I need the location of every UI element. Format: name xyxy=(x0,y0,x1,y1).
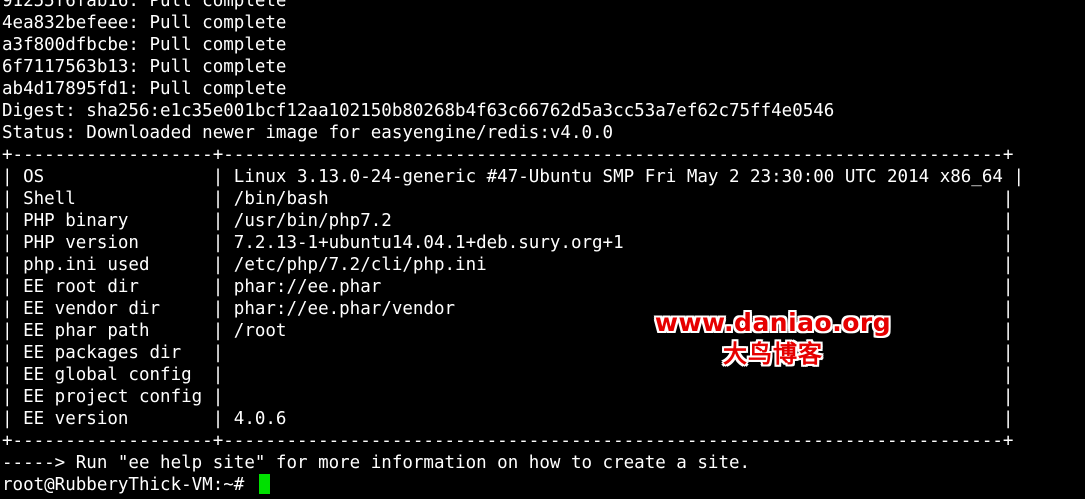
table-row-php-ini: | php.ini used | /etc/php/7.2/cli/php.in… xyxy=(2,255,1014,275)
table-row-ee-global-config: | EE global config | | xyxy=(2,365,1014,385)
pull-line: 6f7117563b13: Pull complete xyxy=(2,57,287,77)
table-border-bottom: +-------------------+-------------------… xyxy=(2,431,1014,451)
digest-line: Digest: sha256:e1c35e001bcf12aa102150b80… xyxy=(2,101,835,121)
table-row-shell: | Shell | /bin/bash | xyxy=(2,189,1014,209)
terminal-window[interactable]: 91255f6fab16: Pull complete 4ea832befeee… xyxy=(0,0,1085,499)
table-row-ee-vendor-dir: | EE vendor dir | phar://ee.phar/vendor … xyxy=(2,299,1014,319)
status-line: Status: Downloaded newer image for easye… xyxy=(2,123,614,143)
table-row-ee-phar-path: | EE phar path | /root | xyxy=(2,321,1014,341)
pull-line: 4ea832befeee: Pull complete xyxy=(2,13,287,33)
pull-line: a3f800dfbcbe: Pull complete xyxy=(2,35,287,55)
table-row-os: | OS | Linux 3.13.0-24-generic #47-Ubunt… xyxy=(2,167,1024,187)
table-row-ee-root-dir: | EE root dir | phar://ee.phar | xyxy=(2,277,1014,297)
table-row-ee-project-config: | EE project config | | xyxy=(2,387,1014,407)
prompt-line[interactable]: root@RubberyThick-VM:~# xyxy=(0,474,1085,496)
table-row-php-version: | PHP version | 7.2.13-1+ubuntu14.04.1+d… xyxy=(2,233,1014,253)
shell-prompt: root@RubberyThick-VM:~# xyxy=(2,475,255,495)
table-row-ee-version: | EE version | 4.0.6 | xyxy=(2,409,1014,429)
pull-line: ab4d17895fd1: Pull complete xyxy=(2,79,287,99)
terminal-cursor[interactable] xyxy=(258,474,270,494)
table-row-ee-packages-dir: | EE packages dir | | xyxy=(2,343,1014,363)
watermark-name: 大鸟博客 xyxy=(723,340,823,368)
table-border-top: +-------------------+-------------------… xyxy=(2,145,1014,165)
table-row-php-binary: | PHP binary | /usr/bin/php7.2 | xyxy=(2,211,1014,231)
help-line: -----> Run "ee help site" for more infor… xyxy=(2,453,751,473)
watermark-url: www.daniao.org xyxy=(654,308,892,337)
watermark: www.daniao.org 大鸟博客 xyxy=(648,307,898,369)
pull-line: 91255f6fab16: Pull complete xyxy=(2,0,287,11)
